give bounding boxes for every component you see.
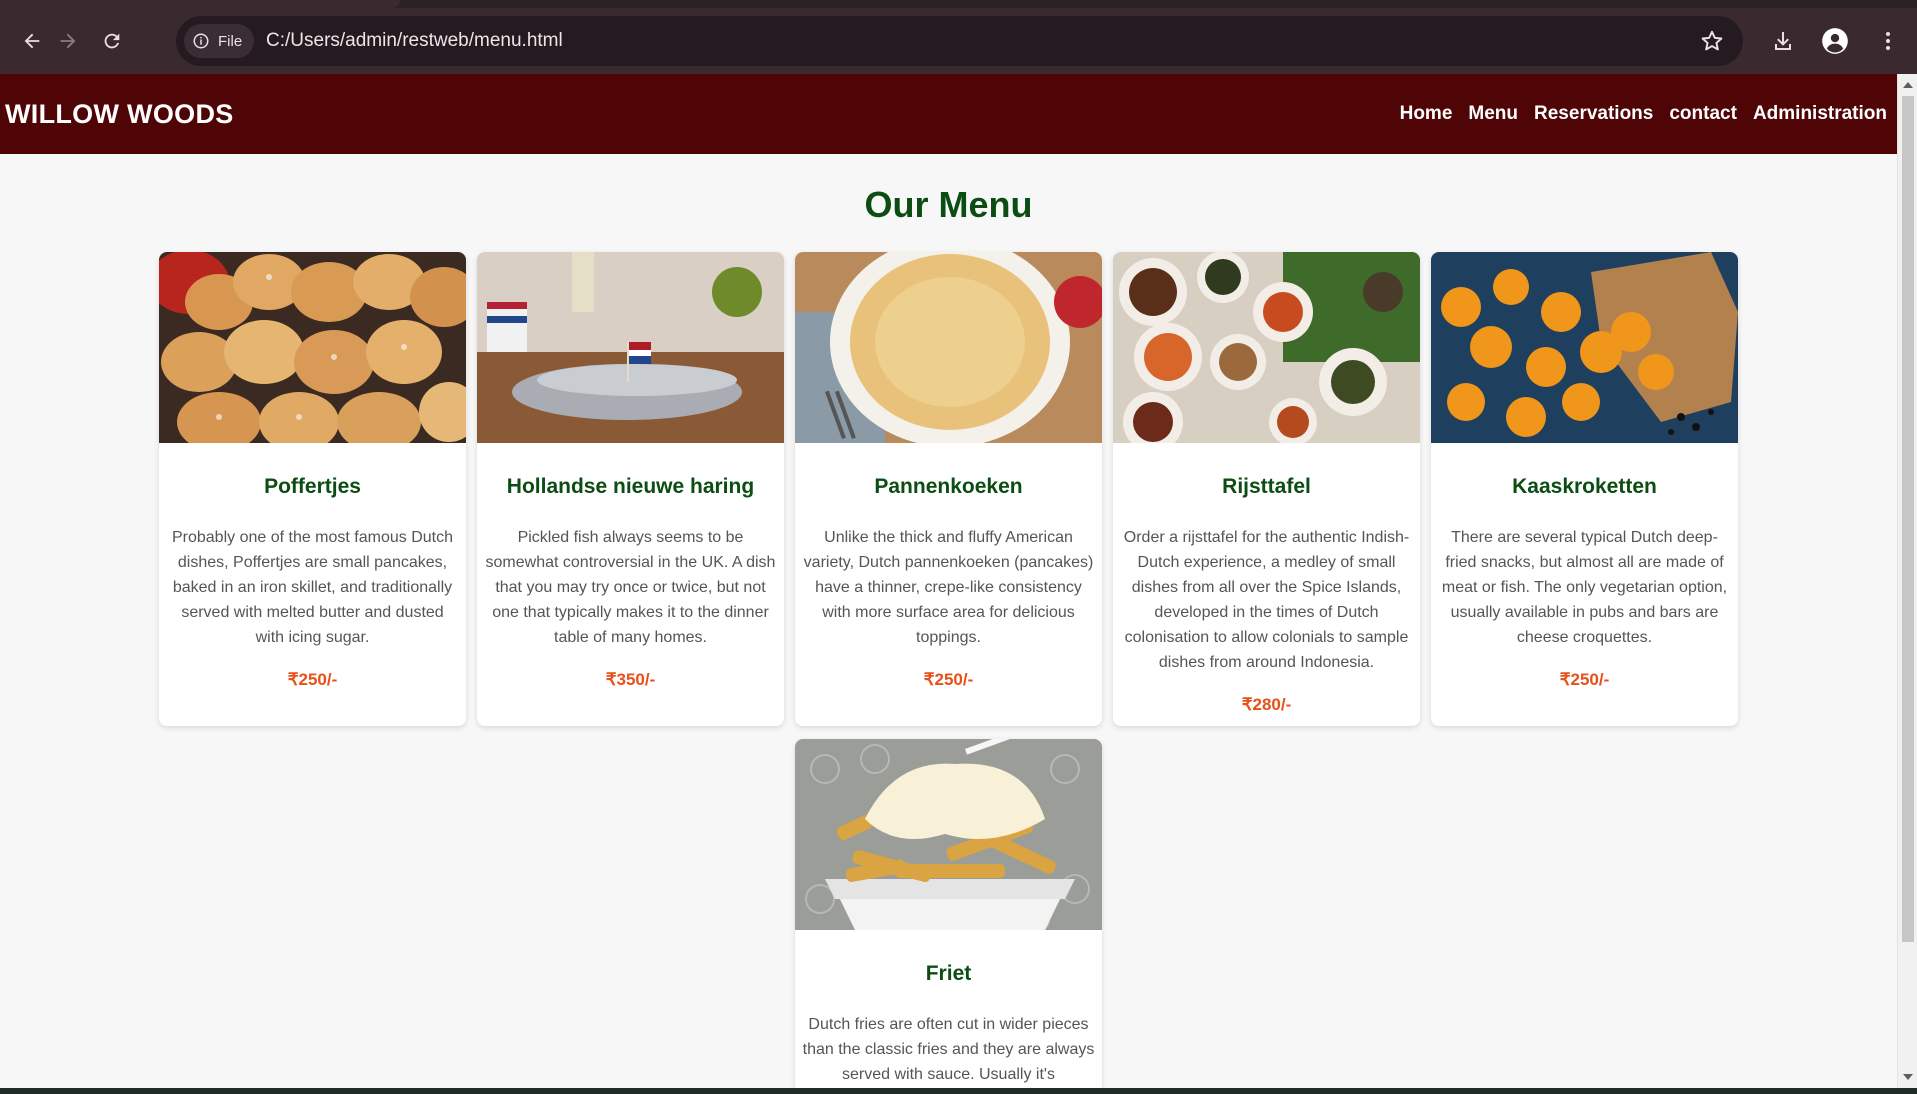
dish-description: Dutch fries are often cut in wider piece… [802, 1016, 1095, 1083]
menu-card-poffertjes: Poffertjes Probably one of the most famo… [159, 252, 466, 726]
chip-label: File [218, 32, 243, 50]
window-bottom-edge [0, 1088, 1917, 1094]
dish-description: Unlike the thick and fluffy American var… [803, 529, 1094, 646]
star-icon[interactable] [1699, 28, 1725, 54]
dish-description: Pickled fish always seems to be somewhat… [485, 529, 776, 646]
scroll-down-arrow[interactable] [1903, 1074, 1913, 1080]
dish-description: There are several typical Dutch deep-fri… [1441, 529, 1728, 646]
download-icon [1775, 32, 1791, 50]
browser-menu-button[interactable] [1873, 26, 1903, 56]
profile-icon [1822, 28, 1848, 54]
menu-card-rijsttafel: Rijsttafel Order a rijsttafel for the au… [1113, 252, 1420, 726]
dish-image-poffertjes [159, 252, 466, 443]
page-scrollbar[interactable] [1897, 74, 1917, 1088]
dish-price: ₹350/- [605, 670, 656, 689]
browser-toolbar: File C:/Users/admin/restweb/menu.html [0, 8, 1917, 74]
menu-card-kaaskroketten: Kaaskroketten There are several typical … [1431, 252, 1738, 726]
dish-name: Rijsttafel [1222, 475, 1311, 498]
menu-card-friet: Friet Dutch fries are often cut in wider… [795, 739, 1102, 1088]
nav-link-home[interactable]: Home [1400, 103, 1453, 125]
page-title: Our Menu [864, 184, 1033, 225]
dish-name: Pannenkoeken [874, 475, 1023, 498]
site-logo[interactable]: WILLOW WOODS [5, 74, 234, 154]
dish-description: Probably one of the most famous Dutch di… [171, 529, 454, 646]
dish-image-friet [795, 739, 1102, 930]
download-button[interactable] [1768, 26, 1798, 56]
dish-price: ₹250/- [1559, 670, 1610, 689]
menu-card-haring: Hollandse nieuwe haring Pickled fish alw… [477, 252, 784, 726]
scroll-up-arrow[interactable] [1903, 82, 1913, 88]
tab-strip [0, 0, 1917, 8]
dish-image-pannenkoeken [795, 252, 1102, 443]
dish-price: ₹280/- [1241, 695, 1292, 714]
dish-image-kaaskroketten [1431, 252, 1738, 443]
dish-description: Order a rijsttafel for the authentic Ind… [1123, 529, 1410, 671]
dish-name: Poffertjes [264, 475, 361, 498]
reload-button[interactable] [93, 22, 131, 60]
info-icon [193, 33, 209, 49]
forward-icon [60, 33, 76, 49]
dish-price: ₹250/- [923, 670, 974, 689]
active-tab[interactable] [0, 0, 400, 8]
site-header: WILLOW WOODS Home Menu Reservations cont… [0, 74, 1897, 154]
kebab-menu-icon [1886, 32, 1890, 50]
nav-link-menu[interactable]: Menu [1468, 103, 1518, 125]
url-text[interactable]: C:/Users/admin/restweb/menu.html [266, 16, 563, 66]
forward-button[interactable] [49, 22, 87, 60]
dish-name: Friet [925, 962, 972, 985]
back-button[interactable] [13, 22, 51, 60]
profile-button[interactable] [1820, 26, 1850, 56]
nav-link-reservations[interactable]: Reservations [1534, 103, 1653, 125]
site-info-chip[interactable]: File [184, 24, 255, 58]
back-icon [24, 33, 40, 49]
menu-card-pannenkoeken: Pannenkoeken Unlike the thick and fluffy… [795, 252, 1102, 726]
reload-icon [104, 33, 120, 49]
nav-link-contact[interactable]: contact [1669, 103, 1737, 125]
dish-price: ₹250/- [287, 670, 338, 689]
nav-link-administration[interactable]: Administration [1753, 103, 1887, 125]
dish-image-haring [477, 252, 784, 443]
dish-name: Kaaskroketten [1512, 475, 1657, 498]
site-nav: Home Menu Reservations contact Administr… [1400, 74, 1887, 154]
address-bar[interactable]: File C:/Users/admin/restweb/menu.html [176, 16, 1743, 66]
dish-name: Hollandse nieuwe haring [506, 475, 755, 498]
scroll-thumb[interactable] [1902, 96, 1914, 942]
page-viewport: WILLOW WOODS Home Menu Reservations cont… [0, 74, 1897, 1088]
dish-image-rijsttafel [1113, 252, 1420, 443]
